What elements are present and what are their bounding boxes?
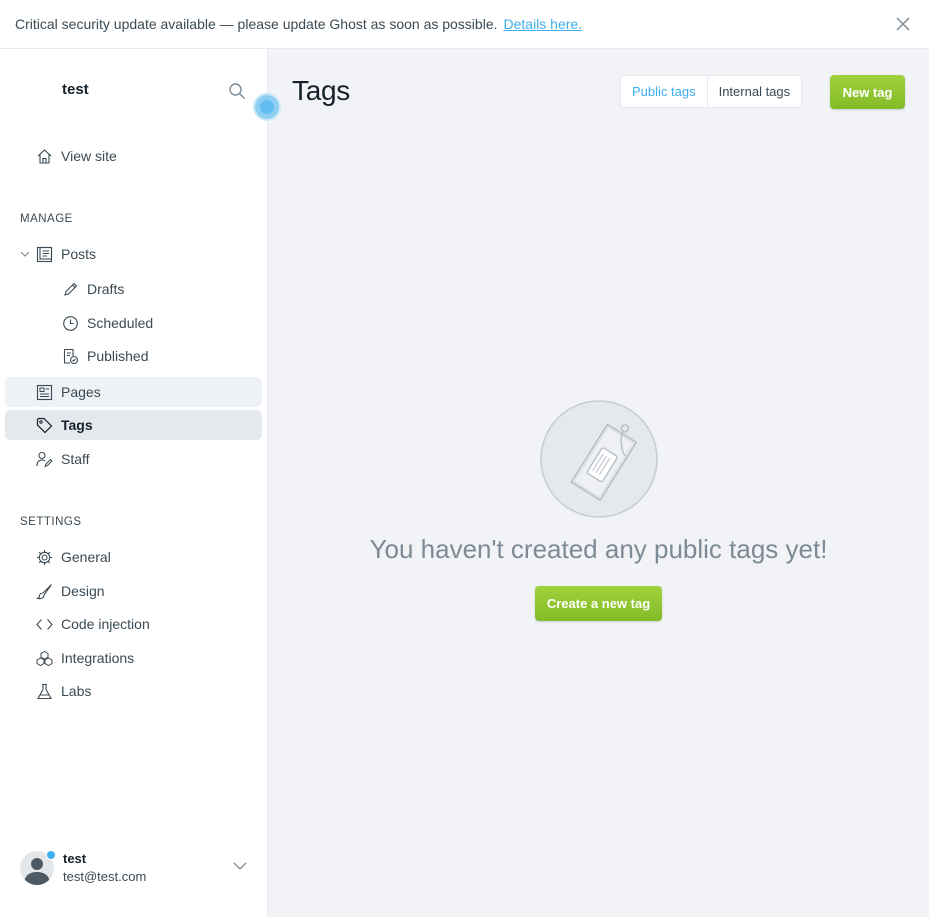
sidebar-item-label: Posts [61, 246, 97, 262]
banner-details-link[interactable]: Details here. [504, 16, 583, 32]
close-icon[interactable] [895, 16, 911, 32]
chevron-down-icon[interactable] [233, 861, 247, 871]
empty-state-message: You haven't created any public tags yet! [369, 534, 828, 564]
sidebar-item-view-site[interactable]: View site [5, 141, 262, 171]
sidebar-item-label: Published [87, 348, 149, 364]
flask-icon [37, 683, 52, 700]
user-menu[interactable]: test test@test.com [20, 849, 250, 889]
home-icon [37, 149, 52, 164]
sidebar: test View site MANAGE Posts Drafts Sched… [0, 49, 279, 917]
brush-icon [36, 584, 52, 600]
update-banner: Critical security update available — ple… [0, 0, 929, 49]
sidebar-item-label: Labs [61, 683, 92, 699]
staff-icon [36, 451, 53, 468]
sidebar-item-label: Staff [61, 451, 90, 467]
chevron-down-icon[interactable] [20, 249, 30, 259]
notification-dot [46, 850, 56, 860]
pages-icon [36, 384, 53, 401]
page-title: Tags [292, 75, 350, 106]
sidebar-item-label: Code injection [61, 616, 150, 632]
create-new-tag-button[interactable]: Create a new tag [535, 586, 662, 621]
tag-icon [36, 417, 53, 434]
tab-public-tags[interactable]: Public tags [621, 76, 708, 107]
sidebar-item-staff[interactable]: Staff [5, 444, 262, 474]
settings-heading: SETTINGS [20, 516, 82, 528]
tab-internal-tags[interactable]: Internal tags [708, 76, 802, 107]
manage-heading: MANAGE [20, 213, 73, 225]
tag-type-toggle: Public tags Internal tags [620, 75, 803, 108]
sidebar-item-design[interactable]: Design [5, 576, 262, 606]
user-email: test@test.com [63, 869, 147, 884]
site-title: test [62, 81, 89, 98]
main-content: Tags Public tags Internal tags New tag Y… [268, 49, 929, 917]
banner-message: Critical security update available — ple… [15, 16, 498, 32]
sidebar-item-general[interactable]: General [5, 542, 262, 572]
sidebar-item-label: Drafts [87, 281, 125, 297]
pencil-icon [64, 282, 78, 296]
sidebar-item-labs[interactable]: Labs [5, 676, 262, 706]
empty-tags-illustration [540, 400, 658, 518]
new-tag-button[interactable]: New tag [830, 75, 905, 109]
sidebar-item-label: View site [61, 148, 117, 164]
integrations-icon [36, 650, 53, 667]
sidebar-item-code-injection[interactable]: Code injection [5, 609, 262, 639]
sidebar-item-posts[interactable]: Posts [5, 239, 262, 269]
search-icon[interactable] [228, 82, 246, 100]
user-name: test [63, 851, 87, 866]
sidebar-item-label: Design [61, 583, 105, 599]
sidebar-item-drafts[interactable]: Drafts [5, 274, 262, 304]
sidebar-item-label: Pages [61, 384, 101, 400]
sidebar-item-integrations[interactable]: Integrations [5, 643, 262, 673]
published-icon [63, 348, 79, 365]
posts-icon [36, 246, 53, 263]
sidebar-item-label: Integrations [61, 650, 135, 666]
sidebar-item-pages[interactable]: Pages [5, 377, 262, 407]
sidebar-item-scheduled[interactable]: Scheduled [5, 308, 262, 338]
sidebar-item-label: General [61, 549, 111, 565]
sidebar-item-tags[interactable]: Tags [5, 410, 262, 440]
gear-icon [37, 550, 52, 565]
sidebar-item-label: Tags [61, 417, 93, 433]
clock-icon [63, 316, 78, 331]
focus-indicator [255, 95, 279, 119]
sidebar-item-published[interactable]: Published [5, 341, 262, 371]
code-icon [36, 619, 53, 630]
sidebar-item-label: Scheduled [87, 315, 154, 331]
